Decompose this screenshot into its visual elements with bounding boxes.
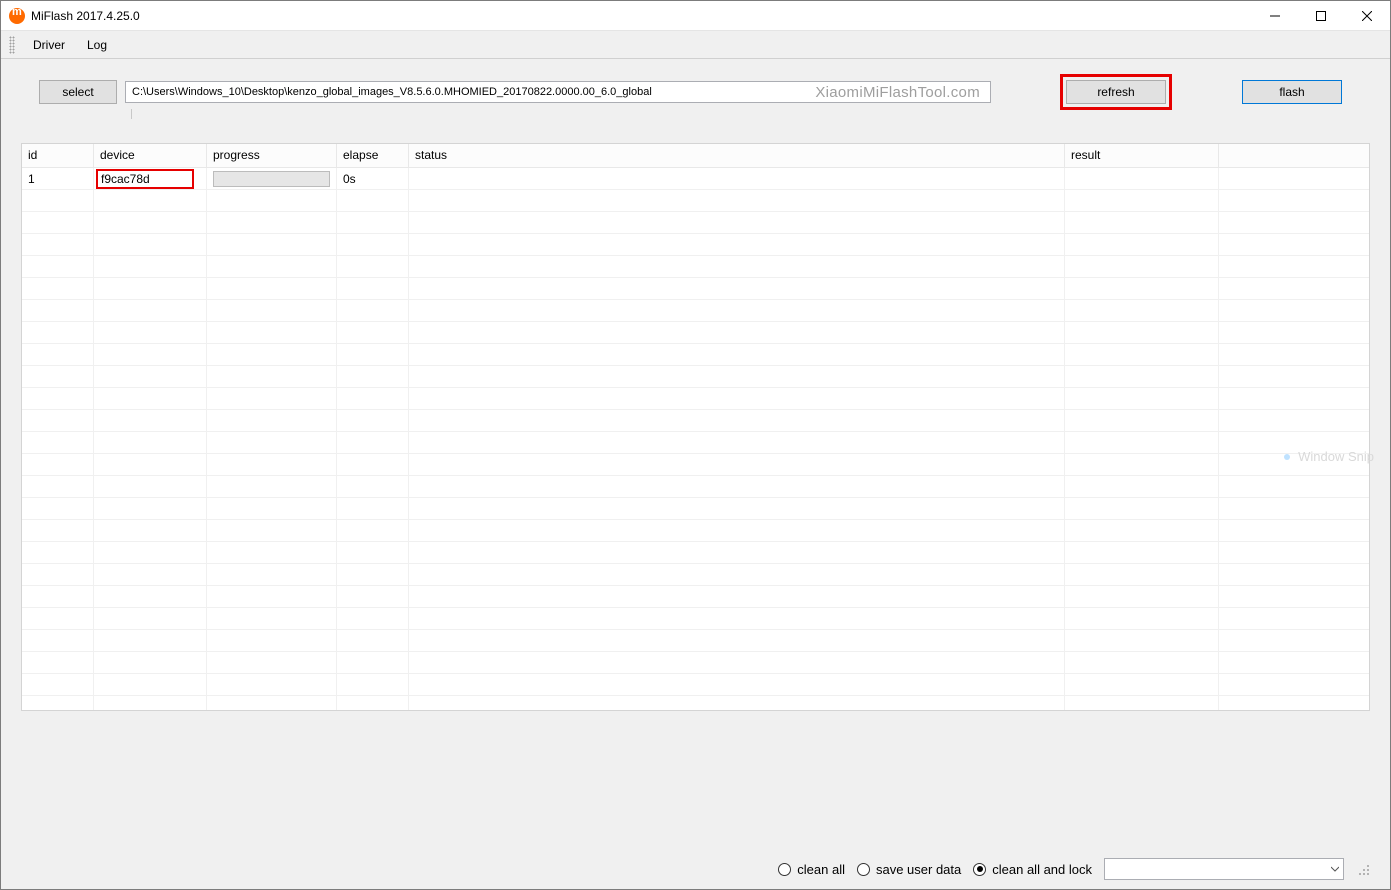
col-header-result[interactable]: result <box>1065 144 1219 167</box>
minimize-button[interactable] <box>1252 1 1298 31</box>
cell-status <box>409 168 1065 189</box>
table-row <box>22 366 1369 388</box>
table-row <box>22 674 1369 696</box>
app-window: MiFlash 2017.4.25.0 Driver Log select C:… <box>0 0 1391 890</box>
col-header-id[interactable]: id <box>22 144 94 167</box>
table-row <box>22 564 1369 586</box>
radio-icon <box>778 863 791 876</box>
table-row[interactable]: 1f9cac78d 0s <box>22 168 1369 190</box>
radio-clean-all-and-lock[interactable]: clean all and lock <box>973 862 1092 877</box>
table-row <box>22 234 1369 256</box>
window-title: MiFlash 2017.4.25.0 <box>31 9 140 23</box>
radio-icon <box>973 863 986 876</box>
col-header-status[interactable]: status <box>409 144 1065 167</box>
refresh-button[interactable]: refresh <box>1066 80 1166 104</box>
cell-result <box>1065 168 1219 189</box>
menu-driver[interactable]: Driver <box>23 34 75 56</box>
table-row <box>22 652 1369 674</box>
toolbar: select C:\Users\Windows_10\Desktop\kenzo… <box>21 75 1370 109</box>
toolbar-separator <box>131 109 132 119</box>
radio-save-user-data[interactable]: save user data <box>857 862 961 877</box>
path-value: C:\Users\Windows_10\Desktop\kenzo_global… <box>132 86 652 98</box>
table-row <box>22 454 1369 476</box>
table-row <box>22 410 1369 432</box>
table-row <box>22 520 1369 542</box>
col-header-device[interactable]: device <box>94 144 207 167</box>
table-row <box>22 608 1369 630</box>
cell-id: 1 <box>22 168 94 189</box>
path-input[interactable]: C:\Users\Windows_10\Desktop\kenzo_global… <box>125 81 991 103</box>
table-row <box>22 322 1369 344</box>
content-area: select C:\Users\Windows_10\Desktop\kenzo… <box>1 59 1390 889</box>
progress-bar <box>213 171 330 187</box>
table-row <box>22 278 1369 300</box>
cell-progress <box>207 168 337 189</box>
table-row <box>22 696 1369 710</box>
device-highlight: f9cac78d <box>96 169 194 189</box>
table-row <box>22 432 1369 454</box>
table-row <box>22 256 1369 278</box>
radio-label: clean all <box>797 862 845 877</box>
toolbar-area: select C:\Users\Windows_10\Desktop\kenzo… <box>1 59 1390 133</box>
cell-device: f9cac78d <box>94 168 207 189</box>
flash-button[interactable]: flash <box>1242 80 1342 104</box>
table-row <box>22 212 1369 234</box>
radio-label: save user data <box>876 862 961 877</box>
menubar-grip <box>9 36 15 54</box>
table-row <box>22 300 1369 322</box>
table-row <box>22 498 1369 520</box>
col-header-elapse[interactable]: elapse <box>337 144 409 167</box>
bottombar: clean all save user data clean all and l… <box>1 855 1390 883</box>
table-row <box>22 190 1369 212</box>
radio-icon <box>857 863 870 876</box>
close-button[interactable] <box>1344 1 1390 31</box>
cell-elapse: 0s <box>337 168 409 189</box>
table-body: 1f9cac78d 0s <box>22 168 1369 710</box>
script-combo[interactable] <box>1104 858 1344 880</box>
resize-grip[interactable] <box>1356 862 1370 876</box>
col-header-extra[interactable] <box>1219 144 1369 167</box>
menubar: Driver Log <box>1 31 1390 59</box>
select-button[interactable]: select <box>39 80 117 104</box>
watermark-text: XiaomiMiFlashTool.com <box>815 84 980 101</box>
table-header: id device progress elapse status result <box>22 144 1369 168</box>
chevron-down-icon <box>1331 865 1339 873</box>
titlebar: MiFlash 2017.4.25.0 <box>1 1 1390 31</box>
table-row <box>22 388 1369 410</box>
table-row <box>22 630 1369 652</box>
cell-extra <box>1219 168 1369 189</box>
col-header-progress[interactable]: progress <box>207 144 337 167</box>
radio-label: clean all and lock <box>992 862 1092 877</box>
maximize-button[interactable] <box>1298 1 1344 31</box>
menu-log[interactable]: Log <box>77 34 117 56</box>
table-row <box>22 476 1369 498</box>
app-icon <box>9 8 25 24</box>
table-row <box>22 542 1369 564</box>
table-row <box>22 344 1369 366</box>
device-table: id device progress elapse status result … <box>21 143 1370 711</box>
refresh-highlight: refresh <box>1060 74 1172 110</box>
table-row <box>22 586 1369 608</box>
radio-clean-all[interactable]: clean all <box>778 862 845 877</box>
sub-toolbar <box>21 109 1370 133</box>
